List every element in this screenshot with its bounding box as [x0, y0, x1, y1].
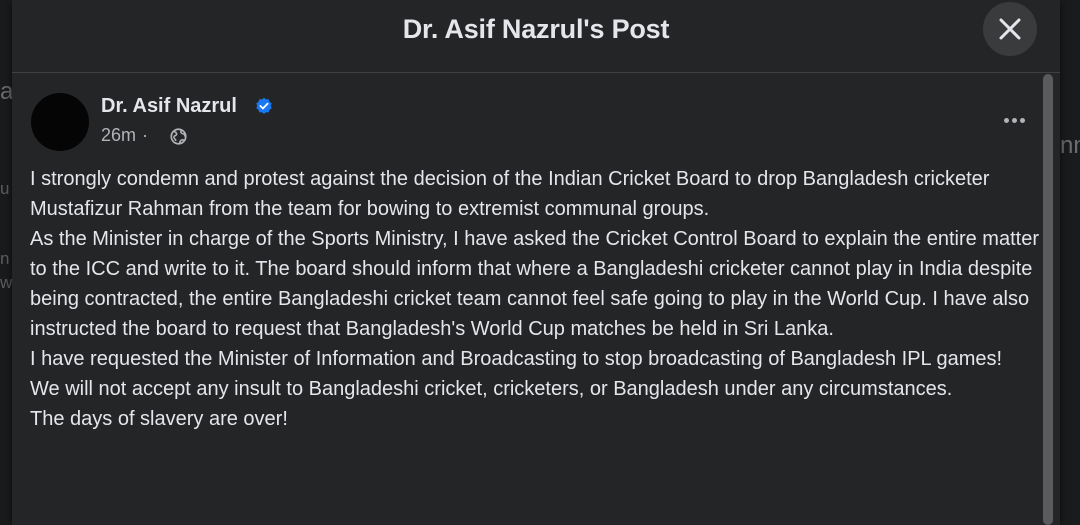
post-card: Dr. Asif Nazrul 26m · I strongly condemn …: [12, 73, 1060, 525]
post-paragraph: The days of slavery are over!: [30, 408, 288, 430]
post-timestamp[interactable]: 26m: [101, 125, 136, 145]
background-text-fragment: nn: [1060, 132, 1080, 159]
meta-separator: ·: [142, 125, 149, 145]
background-text-fragment: u: [0, 179, 10, 198]
post-paragraph: We will not accept any insult to Banglad…: [30, 378, 953, 400]
background-text-fragment: n: [0, 249, 10, 268]
globe-icon[interactable]: [170, 128, 187, 145]
background-text-fragment: w: [0, 273, 13, 292]
verified-badge-icon: [256, 97, 272, 114]
more-options-icon: [1020, 118, 1025, 123]
post-paragraph: As the Minister in charge of the Sports …: [30, 228, 1039, 340]
author-avatar[interactable]: [31, 93, 89, 151]
post-text: I strongly condemn and protest against t…: [30, 164, 1040, 434]
more-options-icon: [1012, 118, 1017, 123]
post-more-options-button[interactable]: [998, 101, 1034, 137]
close-icon: [999, 18, 1021, 40]
post-paragraph: I have requested the Minister of Informa…: [30, 348, 1003, 370]
post-dialog: Dr. Asif Nazrul's Post Dr. Asif Nazrul 2…: [12, 0, 1060, 525]
dialog-scrollbar[interactable]: [1043, 74, 1053, 525]
dialog-title: Dr. Asif Nazrul's Post: [402, 14, 670, 44]
author-name[interactable]: Dr. Asif Nazrul: [101, 95, 237, 118]
post-meta: 26m ·: [101, 125, 187, 147]
dialog-header: Dr. Asif Nazrul's Post: [12, 0, 1060, 73]
more-options-icon: [1004, 118, 1009, 123]
close-button[interactable]: [983, 2, 1037, 56]
post-paragraph: I strongly condemn and protest against t…: [30, 168, 990, 220]
